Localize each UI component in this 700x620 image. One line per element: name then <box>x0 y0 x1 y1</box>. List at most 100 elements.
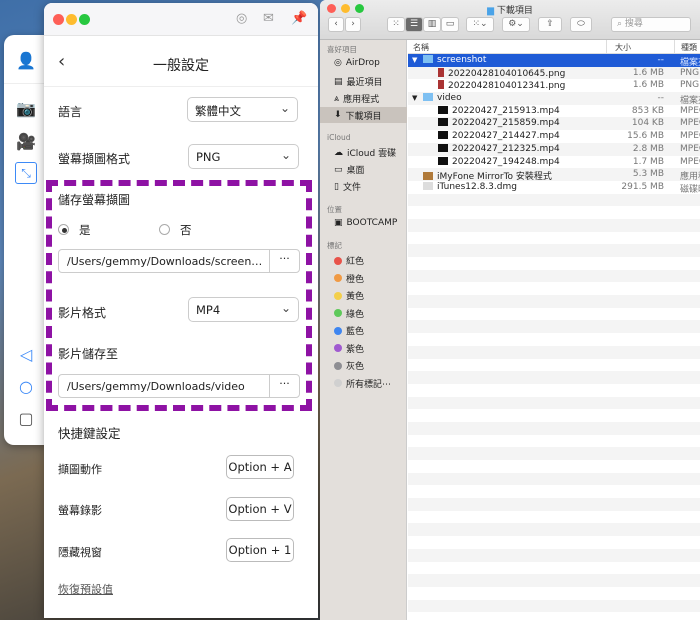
sidebar-item-label: 紅色 <box>346 257 365 267</box>
pin-icon[interactable]: 📌 <box>291 11 307 26</box>
file-name: 20220427_215859.mp4 <box>452 118 560 129</box>
group-button[interactable]: ⁙⌄ <box>466 17 494 32</box>
search-input[interactable]: ⌕ 搜尋 <box>611 17 691 32</box>
language-select[interactable]: 繁體中文 ⌄ <box>187 97 298 122</box>
settings-icon[interactable]: ◎ <box>236 11 247 26</box>
settings-window: ◎ ✉ 📌 ‹ 一般設定 語言 繁體中文 ⌄ 螢幕擷圖格式 PNG ⌄ 儲存螢幕擷圖… <box>44 3 318 618</box>
screenshot-format-select[interactable]: PNG ⌄ <box>188 144 299 169</box>
file-size: 15.6 MB <box>627 131 664 142</box>
sidebar-item-downloads[interactable]: ⬇ 下載項目 <box>320 107 407 123</box>
file-row[interactable]: ▼video--檔案夾 <box>408 92 700 106</box>
sidebar-item-recents[interactable]: ▤ 最近項目 <box>334 75 404 89</box>
empty-row <box>408 307 700 321</box>
finder-sidebar: 喜好項目 ◎ AirDrop ▤ 最近項目 ⩓ 應用程式 ⬇ 下載項目 iCloud ☁… <box>320 40 407 620</box>
empty-row <box>408 586 700 600</box>
window-title: ▆ 下載項目 <box>320 3 700 16</box>
close-button[interactable] <box>53 14 64 25</box>
file-row[interactable]: 20220427_215913.mp4 853 KB MPEG <box>408 105 700 118</box>
file-row[interactable]: 20220427_212325.mp4 2.8 MB MPEG <box>408 142 700 156</box>
sidebar-item-documents[interactable]: ▯ 文件 <box>334 180 404 194</box>
column-name[interactable]: 名稱 <box>413 42 429 53</box>
column-kind[interactable]: 種類 <box>674 40 697 53</box>
user-icon[interactable]: 👤 <box>15 49 37 71</box>
sidebar-item-applications[interactable]: ⩓ 應用程式 <box>334 92 404 106</box>
empty-row <box>408 561 700 575</box>
hotkey-button[interactable]: Option + V <box>226 497 294 521</box>
sidebar-tag-item[interactable]: 紅色 <box>334 254 404 267</box>
sidebar-tag-item[interactable]: 藍色 <box>334 324 404 337</box>
file-row[interactable]: iMyFone MirrorTo 安裝程式5.3 MB應用程 <box>408 168 700 182</box>
file-kind: MPEG <box>680 131 700 142</box>
home-nav-icon[interactable]: ○ <box>15 375 37 397</box>
fullscreen-icon[interactable]: ⤡ <box>15 162 37 184</box>
empty-row <box>408 421 700 435</box>
video-format-select[interactable]: MP4 ⌄ <box>188 297 299 322</box>
column-size[interactable]: 大小 <box>606 40 631 53</box>
empty-row <box>408 333 700 346</box>
file-size: 1.6 MB <box>632 67 664 78</box>
empty-row <box>408 409 700 422</box>
language-label: 語言 <box>58 105 83 119</box>
screenshot-format-value: PNG <box>196 150 221 164</box>
file-row[interactable]: 20220427_214427.mp4 15.6 MB MPEG <box>408 130 700 143</box>
back-button[interactable]: ‹ <box>328 17 344 32</box>
empty-row <box>408 396 700 410</box>
back-nav-icon[interactable]: ◁ <box>15 343 37 365</box>
sidebar-item-label: 藍色 <box>346 327 365 337</box>
sidebar-item-icloud-drive[interactable]: ☁ iCloud 雲碟 <box>334 146 404 160</box>
action-gear-button[interactable]: ⚙⌄ <box>502 17 530 32</box>
cloud-icon: ☁ <box>334 147 343 158</box>
minimize-button[interactable] <box>66 14 77 25</box>
file-name: 20220427_194248.mp4 <box>452 156 560 167</box>
icon-view-button[interactable]: ⁙ <box>387 17 405 32</box>
sidebar-item-bootcamp[interactable]: ▣ BOOTCAMP <box>334 218 404 228</box>
sidebar-section-favorites: 喜好項目 <box>327 45 357 54</box>
screenshot-path-field[interactable]: /Users/gemmy/Downloads/screenshot ··· <box>58 249 300 273</box>
sidebar-tag-item[interactable]: 所有標記⋯ <box>334 377 404 390</box>
reset-link[interactable]: 恢復預設值 <box>58 581 113 597</box>
disclosure-triangle-icon[interactable]: ▼ <box>412 56 417 64</box>
file-size: -- <box>657 55 665 65</box>
sidebar-tag-item[interactable]: 灰色 <box>334 359 404 372</box>
browse-screenshot-button[interactable]: ··· <box>269 250 299 272</box>
sidebar-item-airdrop[interactable]: ◎ AirDrop <box>334 58 404 68</box>
file-row[interactable]: 20220427_194248.mp4 1.7 MB MPEG <box>408 156 700 169</box>
sidebar-tag-item[interactable]: 綠色 <box>334 307 404 320</box>
file-row[interactable]: ▼screenshot--檔案夾 <box>408 54 700 68</box>
video-file-icon <box>438 143 448 152</box>
sidebar-tag-item[interactable]: 黃色 <box>334 289 404 302</box>
forward-button[interactable]: › <box>345 17 361 32</box>
folder-icon: ▆ <box>487 6 495 16</box>
documents-icon: ▯ <box>334 181 339 192</box>
sidebar-tag-item[interactable]: 橙色 <box>334 272 404 285</box>
share-button[interactable]: ⇪ <box>538 17 562 32</box>
radio-yes-label: 是 <box>79 223 91 237</box>
camera-icon[interactable]: 📷 <box>15 97 37 119</box>
empty-row <box>408 447 700 460</box>
tag-button[interactable]: ⬭ <box>570 17 592 32</box>
file-row[interactable]: 20220427_215859.mp4 104 KB MPEG <box>408 117 700 131</box>
empty-row <box>408 231 700 245</box>
zoom-button[interactable] <box>79 14 90 25</box>
file-row[interactable]: iTunes12.8.3.dmg291.5 MB磁碟映 <box>408 181 700 195</box>
column-view-button[interactable]: ▥ <box>423 17 441 32</box>
radio-no[interactable]: 否 <box>159 222 192 238</box>
browse-video-button[interactable]: ··· <box>269 375 299 397</box>
radio-yes[interactable]: 是 <box>58 222 91 238</box>
gallery-view-button[interactable]: ▭ <box>441 17 459 32</box>
file-row[interactable]: 20220428104012341.png 1.6 MB PNG <box>408 79 700 92</box>
video-path-field[interactable]: /Users/gemmy/Downloads/video ··· <box>58 374 300 398</box>
list-view-button[interactable]: ☰ <box>405 17 423 32</box>
sidebar-tag-item[interactable]: 紫色 <box>334 342 404 355</box>
hotkey-button[interactable]: Option + 1 <box>226 538 294 562</box>
video-camera-icon[interactable]: 🎥 <box>15 130 37 152</box>
file-row[interactable]: 20220428104010645.png 1.6 MB PNG <box>408 66 700 80</box>
file-size: 104 KB <box>631 118 664 129</box>
empty-row <box>408 612 700 620</box>
file-kind: MPEG <box>680 105 700 116</box>
disclosure-triangle-icon[interactable]: ▼ <box>412 94 417 102</box>
hotkey-button[interactable]: Option + A <box>226 455 294 479</box>
recents-nav-icon[interactable]: ▢ <box>15 407 37 429</box>
sidebar-item-desktop[interactable]: ▭ 桌面 <box>334 163 404 177</box>
mail-icon[interactable]: ✉ <box>263 11 274 26</box>
